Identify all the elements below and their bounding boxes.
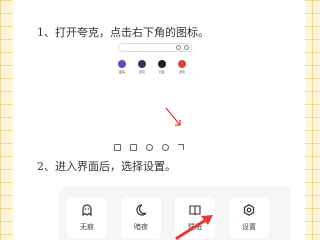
mic-icon xyxy=(184,45,189,50)
app-shortcut[interactable]: 发现 xyxy=(174,60,190,74)
back-icon[interactable] xyxy=(114,144,121,151)
settings-tile[interactable]: 设置 xyxy=(229,197,269,239)
tile-label: 暗夜 xyxy=(134,223,148,231)
menu-corner-icon[interactable] xyxy=(178,144,184,150)
app-label: 社区 xyxy=(158,70,165,74)
app-shortcut[interactable]: 图库 xyxy=(114,60,130,74)
app-shortcut[interactable]: 社区 xyxy=(154,60,170,74)
tile-label: 设置 xyxy=(242,223,256,231)
red-circle-icon xyxy=(178,60,186,68)
ghost-icon xyxy=(82,204,92,217)
app-label: 夸克 xyxy=(138,70,145,74)
cloud-icon[interactable] xyxy=(146,144,153,151)
home-icon[interactable] xyxy=(162,144,169,151)
app-label: 图库 xyxy=(118,70,125,74)
dark-circle-icon xyxy=(158,60,166,68)
settings-icon xyxy=(243,204,255,216)
app-shortcuts: 图库 夸克 社区 发现 xyxy=(114,60,190,74)
camera-icon xyxy=(176,45,181,50)
tile-label: 无痕 xyxy=(80,223,94,231)
pointer-arrow-icon xyxy=(175,215,213,240)
pointer-arrow-icon xyxy=(165,107,181,126)
purple-circle-icon xyxy=(118,60,126,68)
night-mode-tile[interactable]: 暗夜 xyxy=(121,197,161,239)
step-2-text: 2、进入界面后，选择设置。 xyxy=(37,160,176,173)
tutorial-card: 1、打开夸克，点击右下角的图标。 图库 夸克 社区 发现 2、进入界面后，选择设… xyxy=(13,0,305,240)
app-label: 发现 xyxy=(178,70,185,74)
dark-circle-icon xyxy=(138,60,146,68)
moon-icon xyxy=(136,204,147,216)
phone-screenshot: 图库 夸克 社区 发现 xyxy=(106,38,198,156)
search-bar[interactable] xyxy=(118,43,192,52)
windows-icon[interactable] xyxy=(130,144,137,151)
incognito-tile[interactable]: 无痕 xyxy=(67,197,107,239)
bottom-toolbar xyxy=(114,144,184,151)
app-shortcut[interactable]: 夸克 xyxy=(134,60,150,74)
